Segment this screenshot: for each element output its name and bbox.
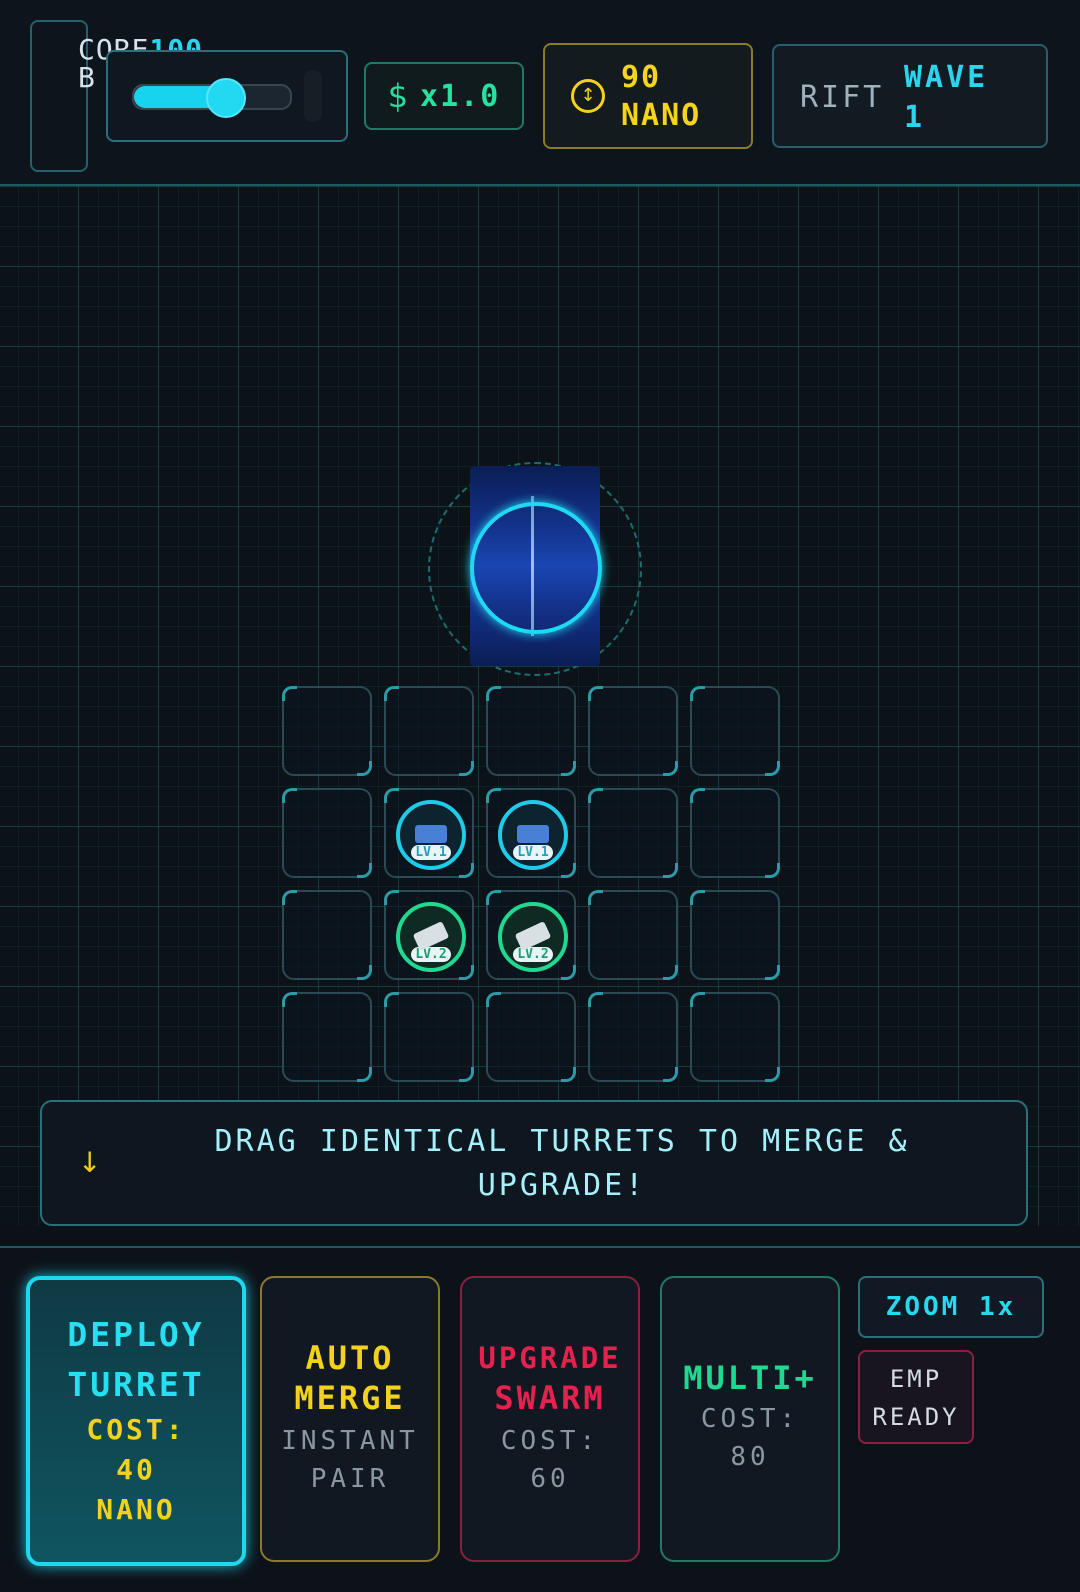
turret-level-badge: LV.1 bbox=[411, 845, 451, 860]
grid-cell[interactable] bbox=[486, 686, 576, 776]
auto-merge-button[interactable]: AUTO MERGE INSTANT PAIR bbox=[260, 1276, 440, 1562]
turret-level-badge: LV.2 bbox=[411, 947, 451, 962]
grid-cell[interactable] bbox=[282, 686, 372, 776]
volume-slider-thumb[interactable] bbox=[206, 78, 247, 118]
deploy-cost-unit: NANO bbox=[96, 1493, 176, 1526]
play-field: LV.1 LV.1 LV.2 LV.2 bbox=[0, 186, 1080, 1226]
multi-title: MULTI+ bbox=[683, 1359, 817, 1397]
grid-cell[interactable] bbox=[486, 992, 576, 1082]
grid-cell[interactable]: LV.2 bbox=[384, 890, 474, 980]
grid-cell[interactable] bbox=[690, 686, 780, 776]
merge-hint-banner: ↓ DRAG IDENTICAL TURRETS TO MERGE & UPGR… bbox=[40, 1100, 1028, 1226]
multi-cost-label: COST: bbox=[700, 1404, 800, 1434]
rift-label: RIFT bbox=[800, 80, 885, 115]
volume-slider[interactable] bbox=[132, 78, 292, 118]
grid-cell[interactable] bbox=[384, 686, 474, 776]
nano-unit: NANO bbox=[621, 98, 702, 133]
coin-icon: ↕ bbox=[571, 79, 605, 113]
turret-body bbox=[415, 825, 447, 843]
turret-level-badge: LV.1 bbox=[513, 845, 553, 860]
auto-merge-sub-line1: INSTANT bbox=[281, 1426, 419, 1456]
upgrade-cost-value: 60 bbox=[530, 1464, 570, 1494]
deploy-title-line1: DEPLOY bbox=[67, 1315, 205, 1354]
wave-label: WAVE bbox=[904, 60, 989, 95]
dollar-icon: $ bbox=[387, 77, 409, 115]
wave-number: 1 bbox=[904, 100, 923, 135]
deploy-cost-label: COST: bbox=[86, 1413, 186, 1446]
grid-cell[interactable] bbox=[690, 788, 780, 878]
zoom-button[interactable]: ZOOM 1x bbox=[858, 1276, 1044, 1338]
turret-body bbox=[517, 825, 549, 843]
nano-amount: 90 bbox=[621, 60, 662, 95]
grid-cell[interactable]: LV.2 bbox=[486, 890, 576, 980]
grid-cell[interactable] bbox=[588, 686, 678, 776]
deploy-title-line2: TURRET bbox=[67, 1365, 205, 1404]
hint-text: DRAG IDENTICAL TURRETS TO MERGE & UPGRAD… bbox=[214, 1124, 910, 1203]
grid-cell[interactable] bbox=[690, 992, 780, 1082]
auto-merge-title-line2: MERGE bbox=[294, 1379, 406, 1417]
grid-cell[interactable] bbox=[384, 992, 474, 1082]
grid-cell[interactable] bbox=[282, 992, 372, 1082]
upgrade-swarm-button[interactable]: UPGRADE SWARM COST: 60 bbox=[460, 1276, 640, 1562]
wave-display: RIFT WAVE 1 bbox=[772, 44, 1048, 148]
upgrade-cost-label: COST: bbox=[500, 1426, 600, 1456]
upgrade-title-line1: UPGRADE bbox=[478, 1341, 622, 1375]
grid-cell[interactable] bbox=[282, 788, 372, 878]
grid-cell[interactable]: LV.1 bbox=[486, 788, 576, 878]
deploy-cost-value: 40 bbox=[116, 1453, 156, 1486]
nano-currency-display: ↕ 90 NANO bbox=[543, 43, 753, 149]
grid-cell[interactable] bbox=[588, 788, 678, 878]
auto-merge-sub-line2: PAIR bbox=[310, 1464, 390, 1494]
green-cannon-turret-icon[interactable]: LV.2 bbox=[498, 902, 568, 972]
turret-level-badge: LV.2 bbox=[513, 947, 553, 962]
deploy-turret-button[interactable]: DEPLOY TURRET COST: 40 NANO bbox=[26, 1276, 246, 1566]
multi-plus-button[interactable]: MULTI+ COST: 80 bbox=[660, 1276, 840, 1562]
auto-merge-title-line1: AUTO bbox=[305, 1339, 395, 1377]
grid-cell[interactable] bbox=[690, 890, 780, 980]
blue-turret-icon[interactable]: LV.1 bbox=[498, 800, 568, 870]
speed-value: x1.0 bbox=[420, 78, 501, 114]
blue-turret-icon[interactable]: LV.1 bbox=[396, 800, 466, 870]
grid-cell[interactable] bbox=[282, 890, 372, 980]
grid-cell[interactable] bbox=[588, 890, 678, 980]
arrow-down-icon: ↓ bbox=[78, 1146, 102, 1179]
emp-button[interactable]: EMP READY bbox=[858, 1350, 974, 1444]
green-cannon-turret-icon[interactable]: LV.2 bbox=[396, 902, 466, 972]
emp-status: READY bbox=[872, 1403, 960, 1431]
multi-cost-value: 80 bbox=[730, 1442, 770, 1472]
grid-cell[interactable] bbox=[588, 992, 678, 1082]
rift-core-ring[interactable] bbox=[470, 502, 602, 634]
emp-label: EMP bbox=[889, 1365, 943, 1393]
mini-indicator bbox=[304, 70, 322, 122]
grid-cell[interactable]: LV.1 bbox=[384, 788, 474, 878]
upgrade-title-line2: SWARM bbox=[494, 1379, 606, 1417]
speed-multiplier-button[interactable]: $ x1.0 bbox=[364, 62, 524, 130]
top-hud: CORE100 B $ x1.0 ↕ 90 NANO RIFT WAVE 1 bbox=[0, 0, 1080, 186]
volume-slider-panel bbox=[106, 50, 348, 142]
